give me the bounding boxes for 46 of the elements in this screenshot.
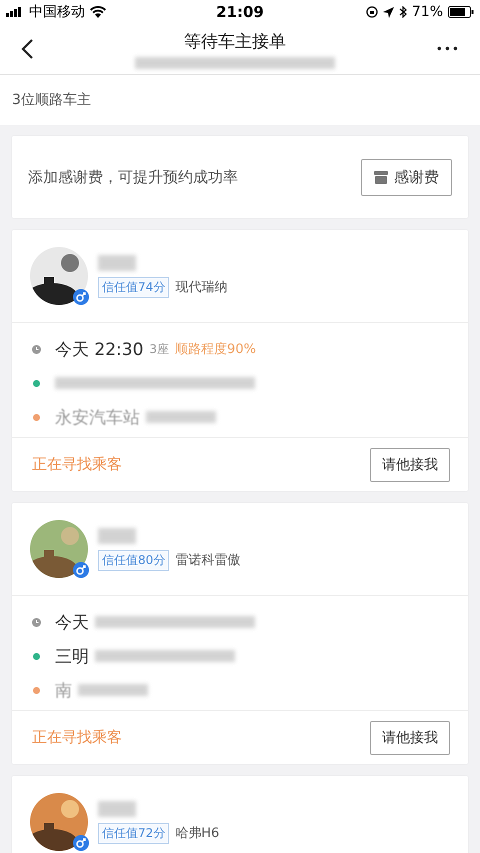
car-model: 现代瑞纳 (175, 279, 228, 296)
thanks-fee-button[interactable]: 感谢费 (361, 158, 452, 196)
redacted-text (98, 800, 136, 816)
car-model: 哈弗H6 (175, 825, 220, 842)
departure-time: 今天 22:30 (55, 338, 144, 360)
carrier-name: 中国移动 (29, 3, 85, 21)
rotation-lock-icon (366, 6, 378, 18)
location-icon (382, 6, 394, 18)
redacted-text (98, 528, 136, 544)
departure-time: 今天 (55, 612, 89, 634)
end-place: 永安汽车站 (55, 406, 140, 428)
clock-time: 21:09 (216, 3, 264, 21)
male-icon (73, 289, 89, 305)
start-dot (33, 652, 40, 660)
end-dot (33, 686, 40, 694)
request-button[interactable]: 请他接我 (370, 448, 450, 482)
redacted-text (78, 684, 148, 696)
status-text: 正在寻找乘客 (32, 728, 122, 747)
driver-count: 3位顺路车主 (12, 91, 91, 109)
thanks-hint: 添加感谢费，可提升预约成功率 (28, 168, 238, 186)
end-dot (33, 414, 40, 420)
route-match: 顺路程度90% (175, 341, 256, 358)
redacted-text (146, 411, 216, 423)
status-text: 正在寻找乘客 (32, 455, 122, 474)
seat-count: 3座 (149, 340, 170, 358)
redacted-text (98, 254, 136, 270)
battery-percent: 71% (412, 4, 443, 20)
clock-icon (32, 618, 41, 626)
page-title: 等待车主接单 (184, 30, 286, 52)
box-icon (374, 170, 388, 184)
signal-icon (6, 7, 24, 17)
start-place: 三明 (55, 646, 89, 668)
start-dot (33, 380, 40, 386)
bluetooth-icon (398, 6, 407, 18)
battery-icon (448, 6, 474, 18)
male-icon (73, 562, 89, 578)
trust-score-tag: 信任值72分 (98, 822, 170, 844)
trust-score-tag: 信任值80分 (98, 550, 170, 570)
back-icon[interactable] (20, 38, 34, 60)
trust-score-tag: 信任值74分 (98, 276, 170, 298)
end-place: 南 (55, 680, 72, 702)
wifi-icon (90, 6, 106, 18)
more-button[interactable]: ••• (436, 42, 460, 56)
clock-icon (32, 344, 41, 354)
car-model: 雷诺科雷傲 (175, 552, 240, 569)
request-button[interactable]: 请他接我 (370, 720, 450, 754)
